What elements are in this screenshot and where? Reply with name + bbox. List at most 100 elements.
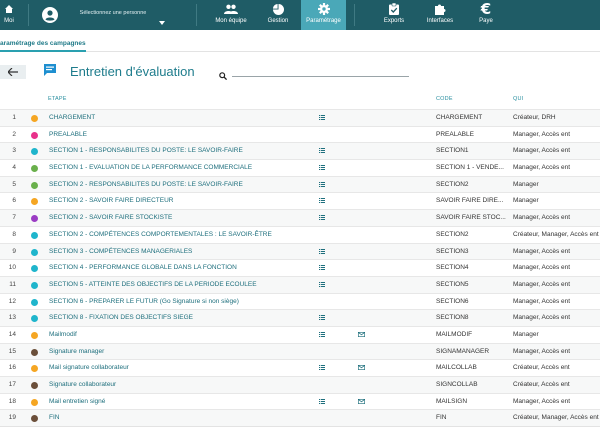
table-row[interactable]: 16 Mail signature collaborateur MAILCOLLAB… [0, 359, 600, 376]
step-roles: Créateur, DRH [513, 114, 556, 121]
step-roles: Manager [513, 330, 539, 338]
table-row[interactable]: 18 Mail entretien signé MAILSIGN Manager, A… [0, 392, 600, 411]
table-row[interactable]: 8 SECTION 2 - COMPÉTENCES COMPORTEMENTALE… [0, 225, 600, 244]
nav-paye[interactable]: € Paye [474, 0, 498, 30]
nav-moi[interactable]: Moi [0, 0, 18, 30]
row-number: 13 [8, 314, 16, 322]
step-roles: Manager, Accès ent [513, 247, 571, 255]
step-name[interactable]: SECTION 2 - COMPÉTENCES COMPORTEMENTALES… [49, 227, 311, 244]
step-code: MAILCOLLAB [436, 364, 477, 372]
row-number: 15 [8, 347, 16, 355]
step-name[interactable]: FIN [49, 410, 311, 427]
nav-label: Exports [383, 18, 405, 24]
table-row[interactable]: 14 Mailmodif MAILMODIF Manager [0, 325, 600, 344]
row-number: 8 [12, 230, 16, 238]
account-circle-icon [42, 7, 58, 28]
list-icon[interactable] [319, 177, 329, 194]
table-row[interactable]: 6 SECTION 2 - SAVOIR FAIRE DIRECTEUR SAVOI… [0, 192, 600, 209]
list-icon[interactable] [319, 193, 329, 210]
table-row[interactable]: 19 FIN FIN Créateur, Manager, Accès ent [0, 409, 600, 427]
column-header-qui[interactable]: QUI [513, 96, 523, 102]
status-dot [31, 231, 38, 239]
table-row[interactable]: 11 SECTION 5 - ATTEINTE DES OBJECTIFS DE … [0, 275, 600, 294]
table-row[interactable]: 3 SECTION 1 - RESPONSABILITES DU POSTE: L… [0, 142, 600, 160]
step-name[interactable]: SECTION 3 - COMPÉTENCES MANAGERIALES [49, 244, 311, 261]
table-row[interactable]: 2 PREALABLE PREALABLE Manager, Accès ent [0, 125, 600, 144]
table-row[interactable]: 4 SECTION 1 - EVALUATION DE LA PERFORMANC… [0, 159, 600, 176]
column-header-code[interactable]: CODE [436, 96, 453, 102]
nav-parametrage[interactable]: Paramétrage [301, 0, 346, 30]
table-bottom-border [0, 426, 600, 427]
step-name[interactable]: Mailmodif [49, 327, 311, 344]
step-name[interactable]: SECTION 2 - SAVOIR FAIRE DIRECTEUR [49, 193, 311, 210]
step-roles: Manager [513, 197, 539, 205]
step-name[interactable]: SECTION 1 - EVALUATION DE LA PERFORMANCE… [49, 160, 311, 177]
step-roles: Manager, Accès ent [513, 314, 571, 322]
nav-interfaces[interactable]: Interfaces [424, 0, 456, 30]
list-icon[interactable] [319, 394, 329, 411]
list-icon[interactable] [319, 310, 329, 327]
row-number: 17 [8, 381, 16, 388]
caret-down-icon [159, 12, 165, 30]
nav-exports[interactable]: Exports [380, 0, 408, 30]
column-header-etape[interactable]: ETAPE [48, 96, 67, 102]
breadcrumb-campaign-settings[interactable]: aramétrage des campagnes [0, 40, 86, 47]
status-dot [31, 331, 38, 339]
steps-table: 1 CHARGEMENT CHARGEMENT Créateur, DRH 2 PREAL… [0, 109, 600, 427]
list-icon[interactable] [319, 244, 329, 261]
step-name[interactable]: Signature manager [49, 344, 311, 361]
list-icon[interactable] [319, 110, 329, 127]
list-icon[interactable] [319, 210, 329, 227]
step-name[interactable]: SECTION 8 - FIXATION DES OBJECTIFS SIEGE [49, 310, 311, 327]
person-selector[interactable]: Sélectionnez une personne [40, 0, 170, 30]
step-name[interactable]: Signature collaborateur [49, 377, 311, 394]
step-code: FIN [436, 414, 447, 422]
row-number: 16 [8, 364, 16, 372]
row-number: 11 [9, 280, 16, 288]
table-row[interactable]: 12 SECTION 6 - PREPARER LE FUTUR (Go Sign… [0, 292, 600, 311]
nav-mon-equipe[interactable]: Mon équipe [212, 0, 250, 30]
status-dot [31, 315, 38, 323]
step-name[interactable]: SECTION 6 - PREPARER LE FUTUR (Go Signat… [49, 294, 311, 311]
step-name[interactable]: CHARGEMENT [49, 110, 311, 127]
mail-icon[interactable] [358, 394, 368, 411]
list-icon[interactable] [319, 277, 329, 294]
nav-gestion[interactable]: Gestion [264, 0, 292, 30]
list-icon[interactable] [319, 360, 329, 377]
table-row[interactable]: 17 Signature collaborateur SIGNCOLLAB Créat… [0, 376, 600, 393]
table-row[interactable]: 9 SECTION 3 - COMPÉTENCES MANAGERIALES SEC… [0, 242, 600, 261]
step-code: SECTION2 [436, 230, 469, 238]
table-row[interactable]: 5 SECTION 2 - RESPONSABILITES DU POSTE: L… [0, 175, 600, 194]
page-title: Entretien d'évaluation [70, 64, 195, 79]
list-icon[interactable] [319, 143, 329, 160]
list-icon[interactable] [319, 160, 329, 177]
table-row[interactable]: 15 Signature manager SIGNAMANAGER Manager, … [0, 342, 600, 361]
mail-icon[interactable] [358, 360, 368, 377]
step-code: CHARGEMENT [436, 114, 483, 121]
step-roles: Manager, Accès ent [513, 147, 571, 155]
row-number: 19 [8, 414, 16, 422]
step-name[interactable]: SECTION 2 - SAVOIR FAIRE STOCKISTE [49, 210, 311, 227]
step-code: MAILSIGN [436, 397, 468, 405]
list-icon[interactable] [319, 260, 329, 277]
step-code: SECTION 1 - VENDE... [436, 164, 504, 172]
row-number: 6 [12, 197, 16, 205]
step-code: SECTION1 [436, 147, 469, 155]
table-row[interactable]: 10 SECTION 4 - PERFORMANCE GLOBALE DANS L… [0, 259, 600, 276]
step-name[interactable]: SECTION 2 - RESPONSABILITES DU POSTE: LE… [49, 177, 311, 194]
back-button[interactable] [0, 65, 26, 79]
step-name[interactable]: Mail entretien signé [49, 394, 311, 411]
list-icon[interactable] [319, 327, 329, 344]
search-input[interactable] [232, 64, 409, 77]
mail-icon[interactable] [358, 327, 368, 344]
step-name[interactable]: SECTION 4 - PERFORMANCE GLOBALE DANS LA … [49, 260, 311, 277]
step-name[interactable]: SECTION 5 - ATTEINTE DES OBJECTIFS DE LA… [49, 277, 311, 294]
step-name[interactable]: SECTION 1 - RESPONSABILITES DU POSTE: LE… [49, 143, 311, 160]
euro-icon: € [480, 0, 492, 18]
table-row[interactable]: 13 SECTION 8 - FIXATION DES OBJECTIFS SIE… [0, 309, 600, 326]
step-name[interactable]: PREALABLE [49, 127, 311, 144]
arrow-left-icon [7, 63, 18, 81]
table-row[interactable]: 7 SECTION 2 - SAVOIR FAIRE STOCKISTE SAVOI… [0, 209, 600, 226]
step-name[interactable]: Mail signature collaborateur [49, 360, 311, 377]
table-row[interactable]: 1 CHARGEMENT CHARGEMENT Créateur, DRH [0, 109, 600, 126]
